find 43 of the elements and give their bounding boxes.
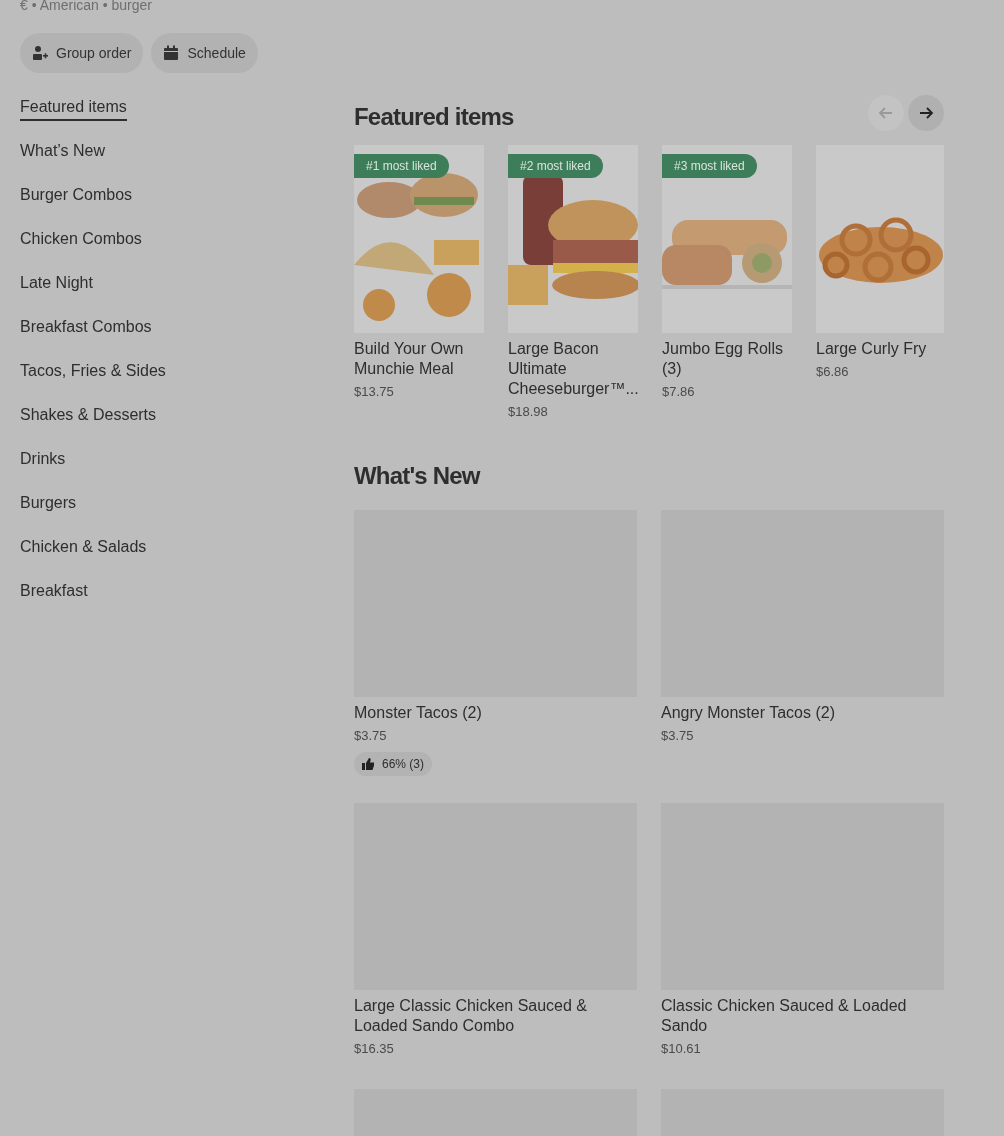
left-arrow-icon xyxy=(878,105,894,121)
add-person-icon xyxy=(32,45,48,61)
item-name[interactable]: Build Your Own Munchie Meal xyxy=(354,339,484,379)
sidebar-item[interactable]: Chicken Combos xyxy=(20,228,142,272)
group-order-button[interactable]: Group order xyxy=(20,33,144,73)
sidebar-item[interactable]: Shakes & Desserts xyxy=(20,404,157,448)
item-price: $7.86 xyxy=(662,383,696,401)
item-name[interactable]: Large Curly Fry xyxy=(816,339,944,359)
right-arrow-icon xyxy=(918,105,934,121)
item-price: $13.75 xyxy=(354,383,395,401)
item-price: $3.75 xyxy=(661,726,695,745)
sidebar-item[interactable]: Burger Combos xyxy=(20,184,133,228)
sidebar-item[interactable]: Burgers xyxy=(20,492,77,536)
next-button[interactable] xyxy=(908,95,944,131)
item-price: $18.98 xyxy=(508,403,549,421)
thumbs-up-icon xyxy=(362,758,374,770)
schedule-button[interactable]: Schedule xyxy=(151,33,258,73)
store-meta: € • American • burger xyxy=(20,0,152,15)
item-price: $6.86 xyxy=(816,363,850,381)
sidebar-item[interactable]: Drinks xyxy=(20,448,66,492)
item-price: $10.61 xyxy=(661,1040,702,1058)
item-name[interactable]: Large Classic Chicken Sauced & Loaded Sando Combo xyxy=(354,996,637,1036)
item-name[interactable]: Monster Tacos (2) xyxy=(354,702,637,723)
item-name[interactable]: Large Bacon Ultimate Cheeseburger™... xyxy=(508,339,638,399)
section-title: Featured items xyxy=(354,102,514,132)
calendar-icon xyxy=(163,45,180,61)
sidebar-item[interactable]: Featured items xyxy=(20,96,127,140)
section-title: What's New xyxy=(354,460,482,491)
rank-badge: #3 most liked xyxy=(662,154,757,178)
rank-badge: #1 most liked xyxy=(354,154,449,178)
item-name[interactable]: Jumbo Egg Rolls (3) xyxy=(662,339,792,379)
rating-text: 66% (3) xyxy=(382,756,425,773)
rank-badge: #2 most liked xyxy=(508,154,603,178)
item-price: $16.35 xyxy=(354,1040,395,1058)
sidebar-item[interactable]: Late Night xyxy=(20,272,93,316)
sidebar-item[interactable]: Breakfast Combos xyxy=(20,316,152,360)
item-name[interactable]: Angry Monster Tacos (2) xyxy=(661,702,944,723)
sidebar-item[interactable]: What’s New xyxy=(20,140,106,184)
item-name[interactable]: Classic Chicken Sauced & Loaded Sando xyxy=(661,996,944,1036)
item-price: $3.75 xyxy=(354,726,388,745)
sidebar-item[interactable]: Breakfast xyxy=(20,580,88,624)
sidebar-item[interactable]: Tacos, Fries & Sides xyxy=(20,360,166,404)
sidebar-item[interactable]: Chicken & Salads xyxy=(20,536,147,580)
